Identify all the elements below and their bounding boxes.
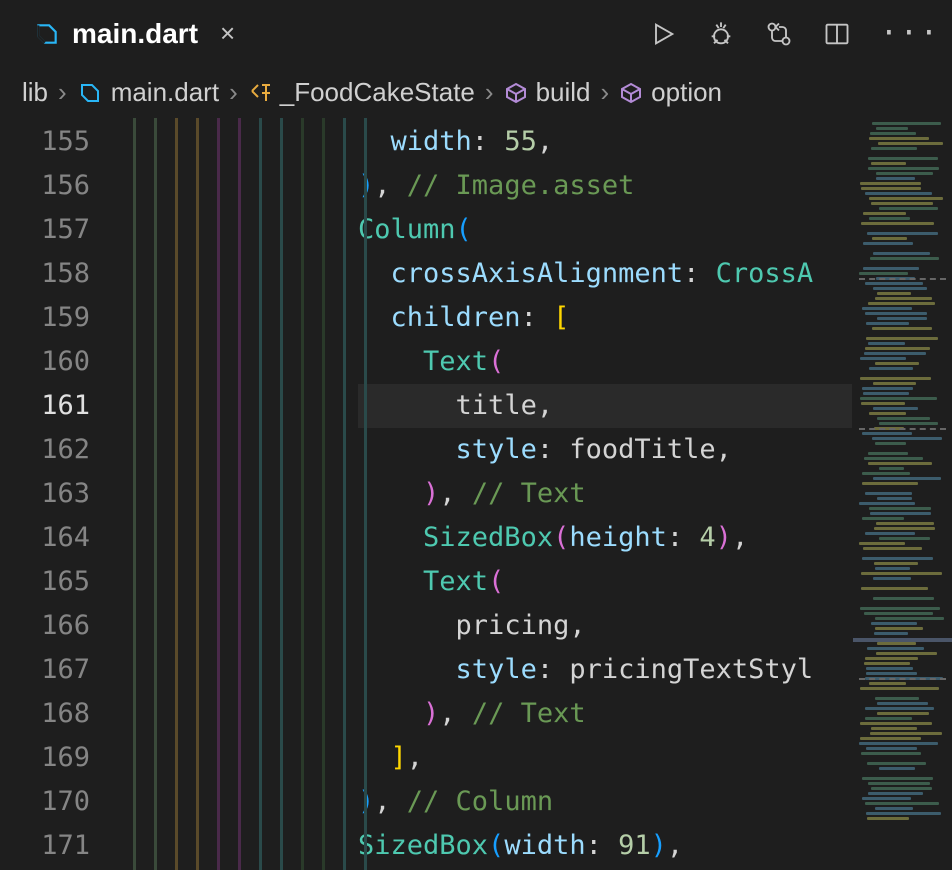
breadcrumb-separator: › (601, 77, 610, 108)
code-line[interactable]: SizedBox(width: 91), (358, 824, 852, 868)
line-number: 168 (0, 692, 90, 736)
line-number: 155 (0, 120, 90, 164)
method-icon (619, 81, 643, 105)
dart-file-icon (34, 21, 60, 47)
breadcrumb-item-class[interactable]: _FoodCakeState (248, 77, 475, 108)
line-number: 156 (0, 164, 90, 208)
breadcrumb-label: lib (22, 77, 48, 108)
code-content[interactable]: width: 55,), // Image.assetColumn( cross… (358, 118, 852, 870)
tab-bar: main.dart × ··· (0, 0, 952, 68)
line-number: 164 (0, 516, 90, 560)
breadcrumb-separator: › (229, 77, 238, 108)
line-number-gutter: 1551561571581591601611621631641651661671… (0, 118, 108, 870)
git-compare-button[interactable] (764, 19, 794, 49)
code-line[interactable]: Column( (358, 208, 852, 252)
dart-file-icon (77, 80, 103, 106)
editor-tab[interactable]: main.dart × (20, 8, 249, 60)
line-number: 165 (0, 560, 90, 604)
breadcrumb-label: build (536, 77, 591, 108)
class-icon (248, 81, 272, 105)
code-line[interactable]: crossAxisAlignment: CrossA (358, 252, 852, 296)
breadcrumb-item-file[interactable]: main.dart (77, 77, 219, 108)
code-line[interactable]: children: [ (358, 296, 852, 340)
code-line[interactable]: style: foodTitle, (358, 428, 852, 472)
breadcrumb-label: option (651, 77, 722, 108)
tab-filename: main.dart (72, 18, 198, 50)
editor-actions: ··· (648, 16, 940, 51)
line-number: 161 (0, 384, 90, 428)
line-number: 163 (0, 472, 90, 516)
code-line[interactable]: ), // Column (358, 780, 852, 824)
close-tab-button[interactable]: × (220, 18, 235, 49)
code-line[interactable]: ), // Text (358, 692, 852, 736)
line-number: 158 (0, 252, 90, 296)
code-line[interactable]: style: pricingTextStyl (358, 648, 852, 692)
line-number: 171 (0, 824, 90, 868)
code-line[interactable]: pricing, (358, 604, 852, 648)
breadcrumb-label: _FoodCakeState (280, 77, 475, 108)
code-line[interactable]: ), // Image.asset (358, 164, 852, 208)
line-number: 166 (0, 604, 90, 648)
line-number: 159 (0, 296, 90, 340)
method-icon (504, 81, 528, 105)
minimap[interactable] (852, 118, 952, 870)
breadcrumb-item-symbol[interactable]: option (619, 77, 722, 108)
line-number: 169 (0, 736, 90, 780)
breadcrumb-separator: › (58, 77, 67, 108)
code-line[interactable]: SizedBox(height: 4), (358, 516, 852, 560)
breadcrumb[interactable]: lib › main.dart › _FoodCakeState › build… (0, 68, 952, 118)
code-line[interactable]: Text( (358, 340, 852, 384)
code-line[interactable]: Text( (358, 560, 852, 604)
breadcrumb-label: main.dart (111, 77, 219, 108)
code-line[interactable]: title, (358, 384, 852, 428)
indent-guides (108, 118, 358, 870)
code-line[interactable]: width: 55, (358, 120, 852, 164)
line-number: 167 (0, 648, 90, 692)
line-number: 160 (0, 340, 90, 384)
breadcrumb-separator: › (485, 77, 494, 108)
line-number: 170 (0, 780, 90, 824)
breadcrumb-item-lib[interactable]: lib (22, 77, 48, 108)
breadcrumb-item-method[interactable]: build (504, 77, 591, 108)
more-actions-button[interactable]: ··· (880, 16, 940, 51)
split-editor-button[interactable] (822, 19, 852, 49)
debug-button[interactable] (706, 19, 736, 49)
line-number: 162 (0, 428, 90, 472)
code-line[interactable]: ], (358, 736, 852, 780)
run-button[interactable] (648, 19, 678, 49)
code-line[interactable]: ), // Text (358, 472, 852, 516)
code-editor[interactable]: 1551561571581591601611621631641651661671… (0, 118, 952, 870)
line-number: 157 (0, 208, 90, 252)
